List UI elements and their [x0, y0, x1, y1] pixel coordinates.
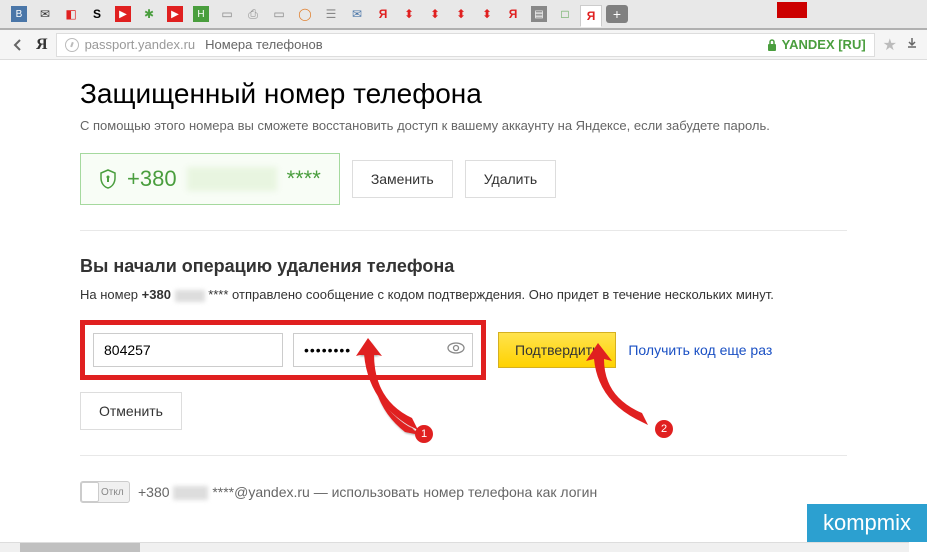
tab-icon[interactable]: ⬍ — [398, 3, 420, 25]
url-bar[interactable]: passport.yandex.ru Номера телефонов YAND… — [56, 33, 875, 57]
tab-icon[interactable]: B — [8, 3, 30, 25]
toggle-handle — [81, 482, 99, 502]
tab-icon[interactable]: ✱ — [138, 3, 160, 25]
tab-icon[interactable]: □ — [554, 3, 576, 25]
protected-phone-row: +380 **** Заменить Удалить — [80, 153, 847, 231]
bookmark-star-icon[interactable]: ★ — [883, 35, 897, 55]
browser-tab-strip: B ✉ ◧ S ▶ ✱ ▶ H ▭ ⎙ ▭ ◯ ☰ ✉ Я ⬍ ⬍ ⬍ ⬍ Я … — [0, 0, 927, 30]
tab-icon[interactable]: S — [86, 3, 108, 25]
annotation-number-1: 1 — [415, 425, 433, 443]
delete-operation-section: Вы начали операцию удаления телефона На … — [80, 251, 847, 456]
tab-icon[interactable]: ▭ — [216, 3, 238, 25]
replace-button[interactable]: Заменить — [352, 160, 453, 198]
tab-icon[interactable]: Я — [502, 3, 524, 25]
delete-message: На номер +380 **** отправлено сообщение … — [80, 287, 847, 302]
tab-icon[interactable]: ⎙ — [242, 3, 264, 25]
tab-icon-active[interactable]: Я — [580, 5, 602, 27]
lock-icon — [766, 38, 778, 52]
highlighted-input-group — [80, 320, 486, 380]
code-input[interactable] — [93, 333, 283, 367]
reload-icon[interactable] — [65, 38, 79, 52]
yandex-logo[interactable]: Я — [36, 36, 48, 54]
tab-icon[interactable]: ▭ — [268, 3, 290, 25]
tab-icon[interactable]: ⬍ — [424, 3, 446, 25]
login-phone-text: +380 ****@yandex.ru — использовать номер… — [138, 484, 597, 500]
tab-icon[interactable]: ◧ — [60, 3, 82, 25]
phone-hidden-part — [187, 167, 277, 191]
page-title: Защищенный номер телефона — [80, 78, 847, 110]
page-subtitle: С помощью этого номера вы сможете восста… — [80, 118, 847, 133]
new-tab-button[interactable]: + — [606, 5, 628, 23]
browser-nav-bar: Я passport.yandex.ru Номера телефонов YA… — [0, 30, 927, 60]
watermark: kompmix — [807, 504, 927, 542]
horizontal-scrollbar[interactable] — [0, 542, 909, 552]
tab-icon[interactable]: ☰ — [320, 3, 342, 25]
phone-display: +380 **** — [80, 153, 340, 205]
cancel-button[interactable]: Отменить — [80, 392, 182, 430]
delete-title: Вы начали операцию удаления телефона — [80, 256, 847, 277]
delete-button[interactable]: Удалить — [465, 160, 556, 198]
tab-icon[interactable]: ▤ — [528, 3, 550, 25]
phone-prefix: +380 — [127, 166, 177, 192]
tab-icon[interactable]: ▶ — [112, 3, 134, 25]
resend-code-link[interactable]: Получить код еще раз — [628, 342, 772, 358]
shield-icon — [99, 169, 117, 189]
show-password-icon[interactable] — [447, 341, 465, 359]
tab-icon[interactable]: ✉ — [346, 3, 368, 25]
tab-icon[interactable]: ⬍ — [450, 3, 472, 25]
tab-icon[interactable]: ◯ — [294, 3, 316, 25]
security-badge: YANDEX [RU] — [766, 37, 866, 52]
back-button[interactable] — [8, 35, 28, 55]
annotation-number-2: 2 — [655, 420, 673, 438]
tab-icon[interactable]: H — [190, 3, 212, 25]
tab-icon[interactable]: Я — [372, 3, 394, 25]
confirm-button[interactable]: Подтвердить — [498, 332, 616, 368]
tab-icon[interactable]: ⬍ — [476, 3, 498, 25]
use-as-login-row: Откл +380 ****@yandex.ru — использовать … — [80, 481, 847, 503]
url-domain: passport.yandex.ru — [85, 37, 196, 52]
tab-icon[interactable]: ▶ — [164, 3, 186, 25]
page-content: Защищенный номер телефона С помощью этог… — [0, 60, 927, 521]
phone-masked: **** — [287, 166, 321, 192]
red-indicator — [777, 2, 807, 18]
password-input[interactable] — [293, 333, 473, 367]
login-toggle[interactable]: Откл — [80, 481, 130, 503]
download-icon[interactable] — [905, 36, 919, 53]
confirm-input-row: Подтвердить Получить код еще раз — [80, 320, 847, 380]
tab-icon[interactable]: ✉ — [34, 3, 56, 25]
url-page-title: Номера телефонов — [205, 37, 323, 52]
